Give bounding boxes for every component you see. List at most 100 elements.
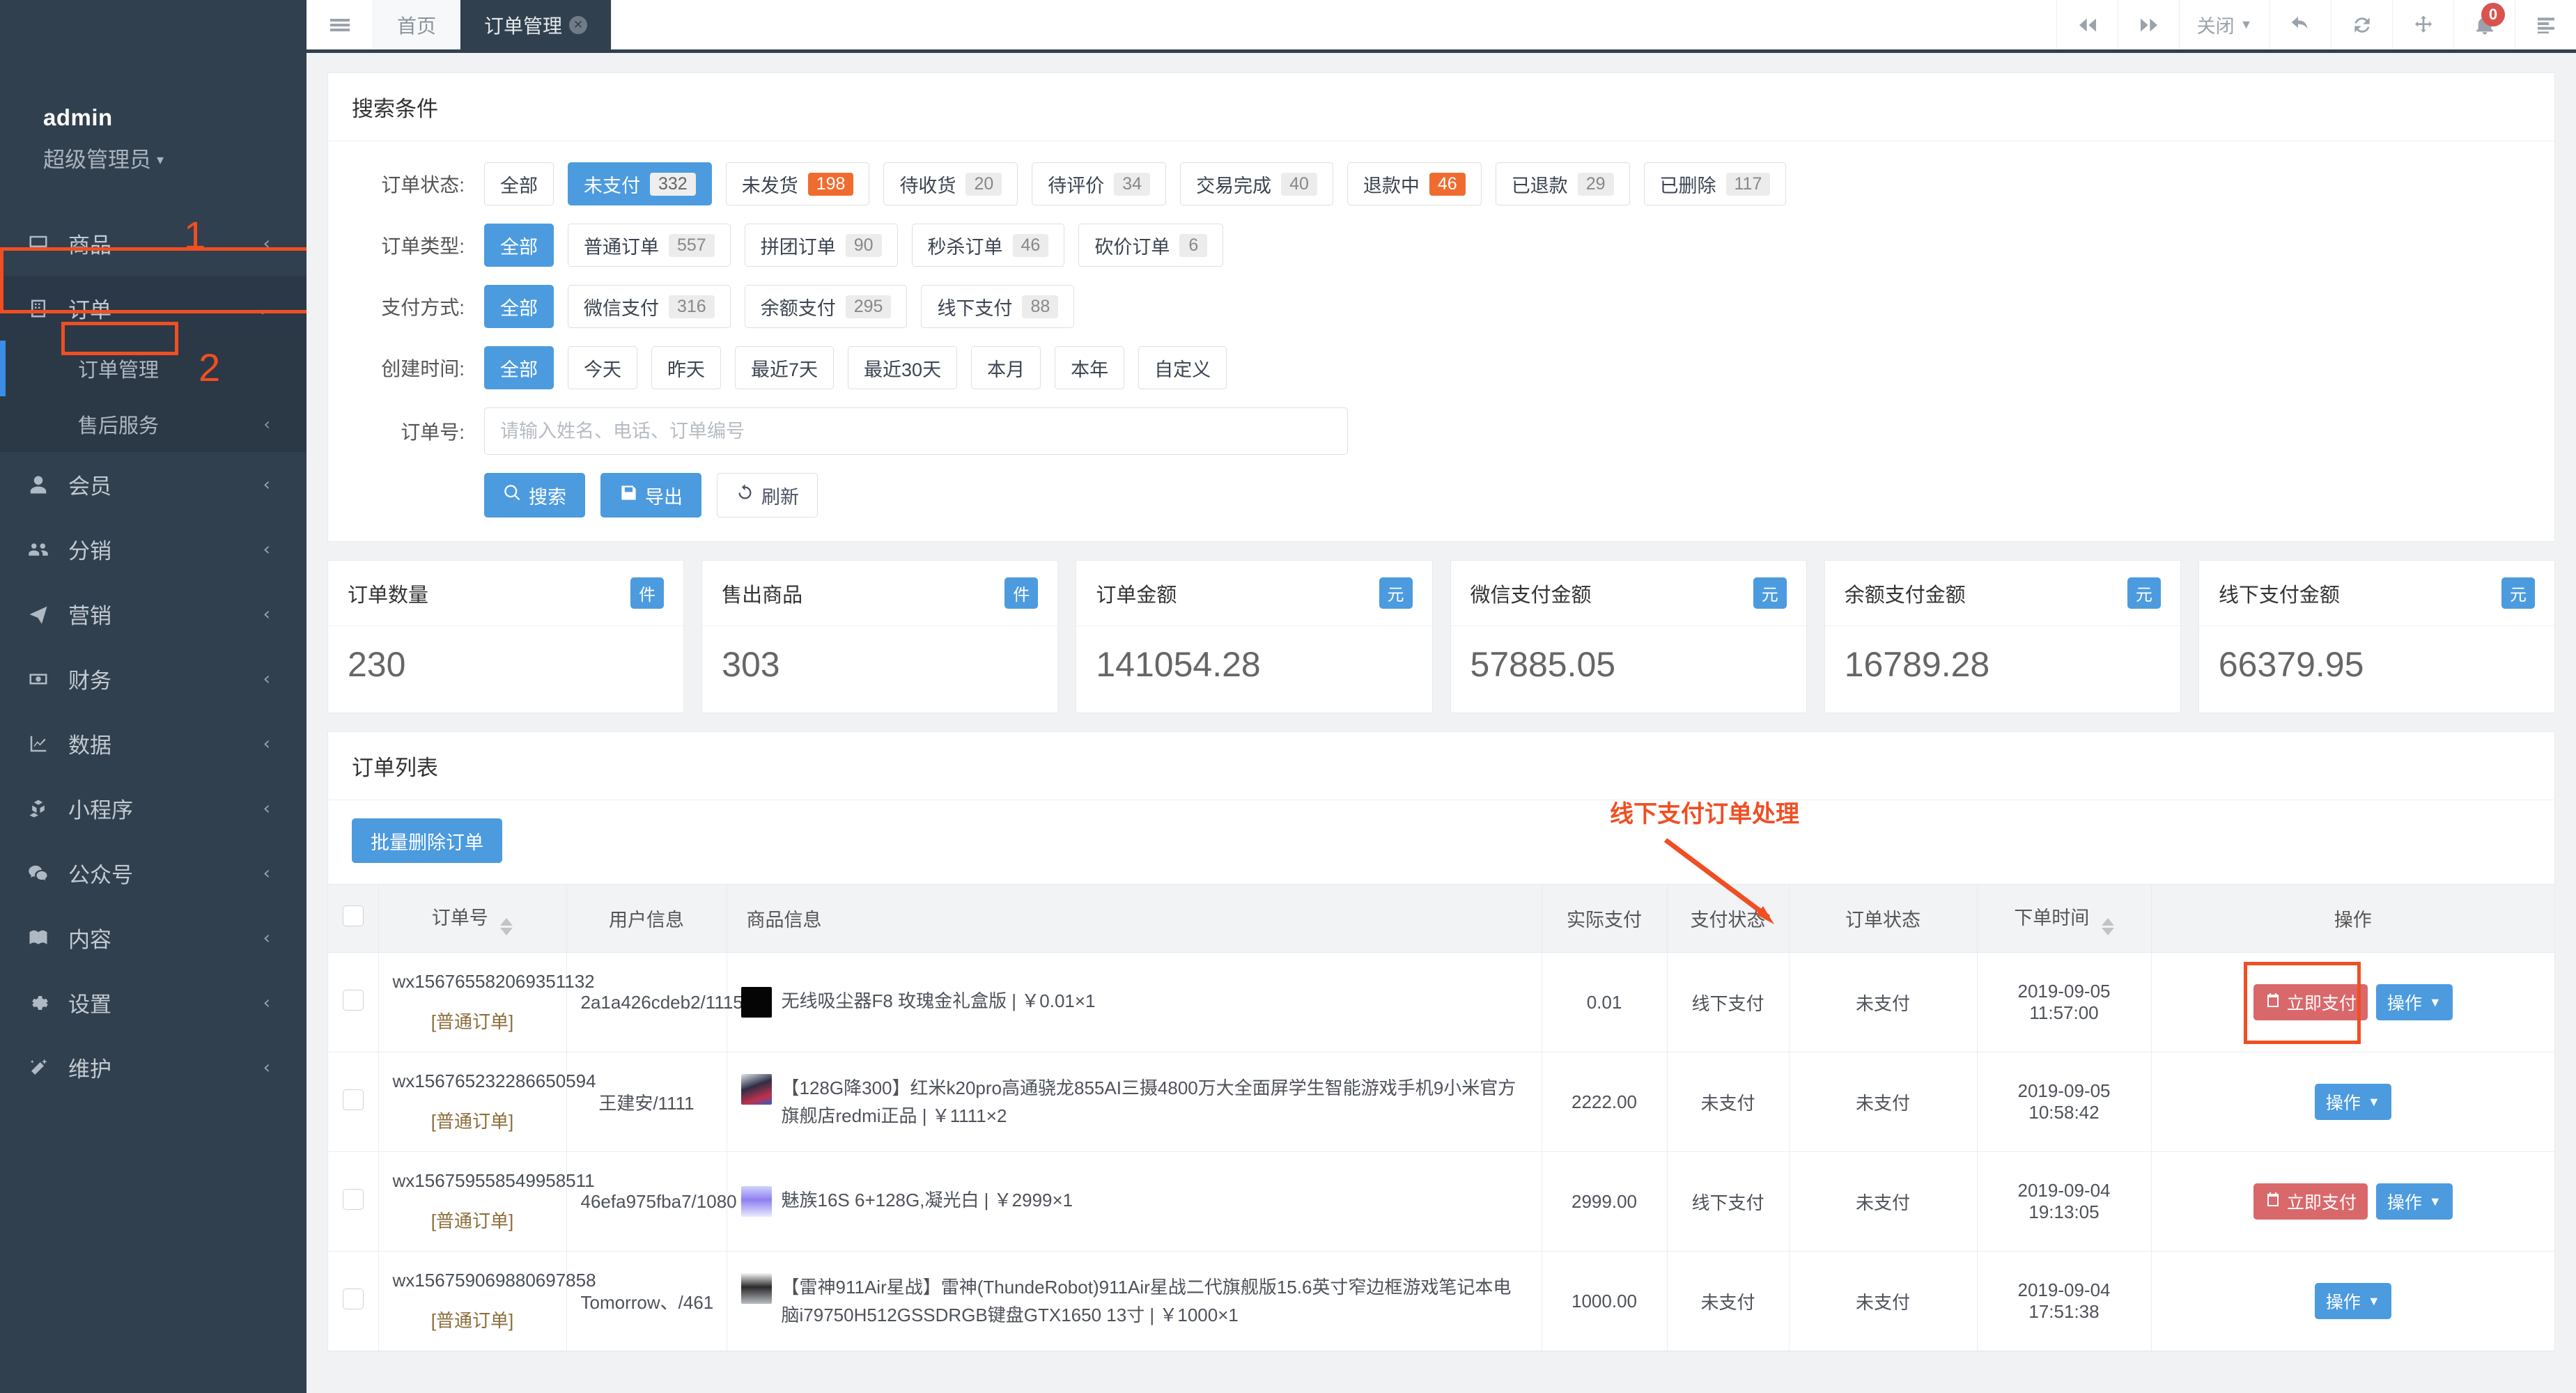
- tab-home[interactable]: 首页: [373, 0, 461, 49]
- stat-title: 售出商品: [722, 584, 803, 607]
- back-icon[interactable]: [2269, 0, 2331, 49]
- sidebar-item-maintenance[interactable]: 维护 ‹: [0, 1035, 307, 1100]
- sidebar-item-official-account[interactable]: 公众号 ‹: [0, 841, 307, 905]
- chip-status-pending-receipt[interactable]: 待收货 20: [883, 162, 1018, 205]
- export-button[interactable]: 导出: [600, 473, 701, 517]
- tab-order-management[interactable]: 订单管理 ✕: [460, 0, 612, 49]
- chip-time-this-month[interactable]: 本月: [971, 346, 1041, 389]
- chip-status-unpaid[interactable]: 未支付 332: [568, 162, 712, 205]
- chip-type-flash-sale[interactable]: 秒杀订单 46: [911, 224, 1065, 267]
- user-role[interactable]: 超级管理员 ▾: [43, 142, 307, 173]
- chip-label: 本年: [1071, 359, 1109, 380]
- next-page-icon[interactable]: [2118, 0, 2179, 49]
- refresh-button[interactable]: 刷新: [717, 473, 818, 517]
- chip-type-normal[interactable]: 普通订单 557: [568, 224, 731, 267]
- sidebar-item-after-sales[interactable]: 售后服务 ‹: [0, 396, 307, 452]
- chip-type-group-buy[interactable]: 拼团订单 90: [744, 224, 898, 267]
- row-checkbox[interactable]: [342, 989, 364, 1011]
- chip-time-custom[interactable]: 自定义: [1138, 346, 1227, 389]
- goods-wrap: 【雷神911Air星战】雷神(ThundeRobot)911Air星战二代旗舰版…: [740, 1273, 1528, 1330]
- sidebar-item-miniprogram[interactable]: 小程序 ‹: [0, 776, 307, 841]
- sort-icon[interactable]: [500, 918, 513, 935]
- action-buttons: 立即支付 操作 ▼: [2243, 962, 2453, 1044]
- stat-value: 230: [348, 645, 406, 684]
- chip-status-deleted[interactable]: 已删除 117: [1643, 162, 1787, 205]
- sidebar-item-finance[interactable]: 财务 ‹: [0, 646, 307, 711]
- chip-status-refunded[interactable]: 已退款 29: [1495, 162, 1630, 205]
- operation-dropdown-button[interactable]: 操作 ▼: [2375, 1183, 2453, 1220]
- stat-card-wechat-amount: 微信支付金额 元 57885.05: [1450, 560, 1807, 713]
- action-buttons: 操作 ▼: [2314, 1084, 2391, 1120]
- select-all-header: [328, 884, 379, 953]
- sidebar-item-products[interactable]: 商品 ‹: [0, 211, 307, 276]
- chip-pay-wechat[interactable]: 微信支付 316: [568, 285, 731, 328]
- refresh-icon[interactable]: [2331, 0, 2392, 49]
- sidebar-item-data[interactable]: 数据 ‹: [0, 711, 307, 776]
- select-all-checkbox[interactable]: [342, 905, 364, 926]
- operation-dropdown-button[interactable]: 操作 ▼: [2314, 1283, 2391, 1319]
- operation-dropdown-button[interactable]: 操作 ▼: [2375, 984, 2453, 1020]
- col-order-no[interactable]: 订单号: [378, 884, 567, 953]
- sort-icon[interactable]: [2101, 918, 2114, 935]
- row-checkbox[interactable]: [342, 1089, 364, 1110]
- chip-time-all[interactable]: 全部: [484, 346, 554, 389]
- goods-wrap: 【128G降300】红米k20pro高通骁龙855AI三摄4800万大全面屏学生…: [740, 1073, 1528, 1130]
- table-row: wx156759558549958511 [普通订单] 46efa975fba7…: [328, 1151, 2554, 1252]
- order-no-text: wx156765582069351132: [392, 971, 595, 992]
- close-dropdown-button[interactable]: 关闭 ▼: [2179, 0, 2269, 49]
- sidebar-item-marketing[interactable]: 营销 ‹: [0, 582, 307, 646]
- chip-count: 6: [1179, 233, 1208, 257]
- stat-head: 订单金额 元: [1076, 561, 1432, 626]
- pay-now-button[interactable]: 立即支付: [2253, 984, 2368, 1020]
- row-checkbox[interactable]: [342, 1288, 364, 1309]
- sidebar-item-order-management[interactable]: 订单管理: [0, 341, 307, 396]
- cell-order-status: 未支付: [1789, 1052, 1978, 1152]
- bell-icon[interactable]: 0: [2453, 0, 2515, 49]
- chevron-down-icon: ▼: [2428, 995, 2442, 1009]
- chevron-left-icon: ‹: [263, 414, 270, 434]
- search-button[interactable]: 搜索: [484, 473, 585, 517]
- chip-status-unshipped[interactable]: 未发货 198: [725, 162, 870, 205]
- chip-status-completed[interactable]: 交易完成 40: [1180, 162, 1333, 205]
- tab-label: 首页: [397, 15, 437, 37]
- sidebar-item-members[interactable]: 会员 ‹: [0, 452, 307, 517]
- chip-time-today[interactable]: 今天: [568, 346, 637, 389]
- bulk-delete-button[interactable]: 批量删除订单: [352, 818, 502, 863]
- chip-count: 34: [1114, 172, 1151, 196]
- pay-now-button[interactable]: 立即支付: [2253, 1183, 2368, 1220]
- chip-count: 316: [669, 295, 715, 318]
- chip-label: 最近7天: [751, 359, 818, 380]
- chip-time-last7days[interactable]: 最近7天: [735, 346, 835, 389]
- hamburger-menu-icon[interactable]: [307, 0, 373, 49]
- chip-time-this-year[interactable]: 本年: [1055, 346, 1125, 389]
- row-checkbox[interactable]: [342, 1188, 364, 1210]
- chip-pay-offline[interactable]: 线下支付 88: [921, 285, 1075, 328]
- search-input[interactable]: [484, 407, 1348, 455]
- sidebar-item-settings[interactable]: 设置 ‹: [0, 970, 307, 1035]
- sidebar-item-content[interactable]: 内容 ‹: [0, 905, 307, 970]
- chip-label: 微信支付: [584, 297, 659, 319]
- chip-status-pending-review[interactable]: 待评价 34: [1032, 162, 1167, 205]
- chip-status-refunding[interactable]: 退款中 46: [1347, 162, 1482, 205]
- stat-card-sold-goods: 售出商品 件 303: [701, 560, 1059, 713]
- chip-time-last30days[interactable]: 最近30天: [848, 346, 958, 389]
- layout-icon[interactable]: [2515, 0, 2576, 49]
- sidebar-item-orders[interactable]: 订单 ⌄: [0, 276, 307, 341]
- sidebar-item-label: 订单: [68, 298, 111, 322]
- chip-time-yesterday[interactable]: 昨天: [651, 346, 721, 389]
- chip-pay-all[interactable]: 全部: [484, 285, 554, 328]
- chip-type-bargain[interactable]: 砍价订单 6: [1078, 224, 1224, 267]
- fullscreen-move-icon[interactable]: [2392, 0, 2453, 49]
- chip-type-all[interactable]: 全部: [484, 224, 554, 267]
- col-created-at[interactable]: 下单时间: [1977, 884, 2152, 953]
- prev-page-icon[interactable]: [2056, 0, 2118, 49]
- close-icon[interactable]: ✕: [569, 15, 588, 34]
- cell-actual-pay: 0.01: [1542, 952, 1668, 1052]
- sidebar-item-distribution[interactable]: 分销 ‹: [0, 517, 307, 582]
- cell-user-info: Tomorrow、/461: [566, 1251, 727, 1351]
- chip-label: 本月: [987, 359, 1025, 380]
- chip-status-all[interactable]: 全部: [484, 162, 554, 205]
- row-select-cell: [328, 952, 379, 1052]
- chip-pay-balance[interactable]: 余额支付 295: [744, 285, 908, 328]
- operation-dropdown-button[interactable]: 操作 ▼: [2314, 1084, 2391, 1120]
